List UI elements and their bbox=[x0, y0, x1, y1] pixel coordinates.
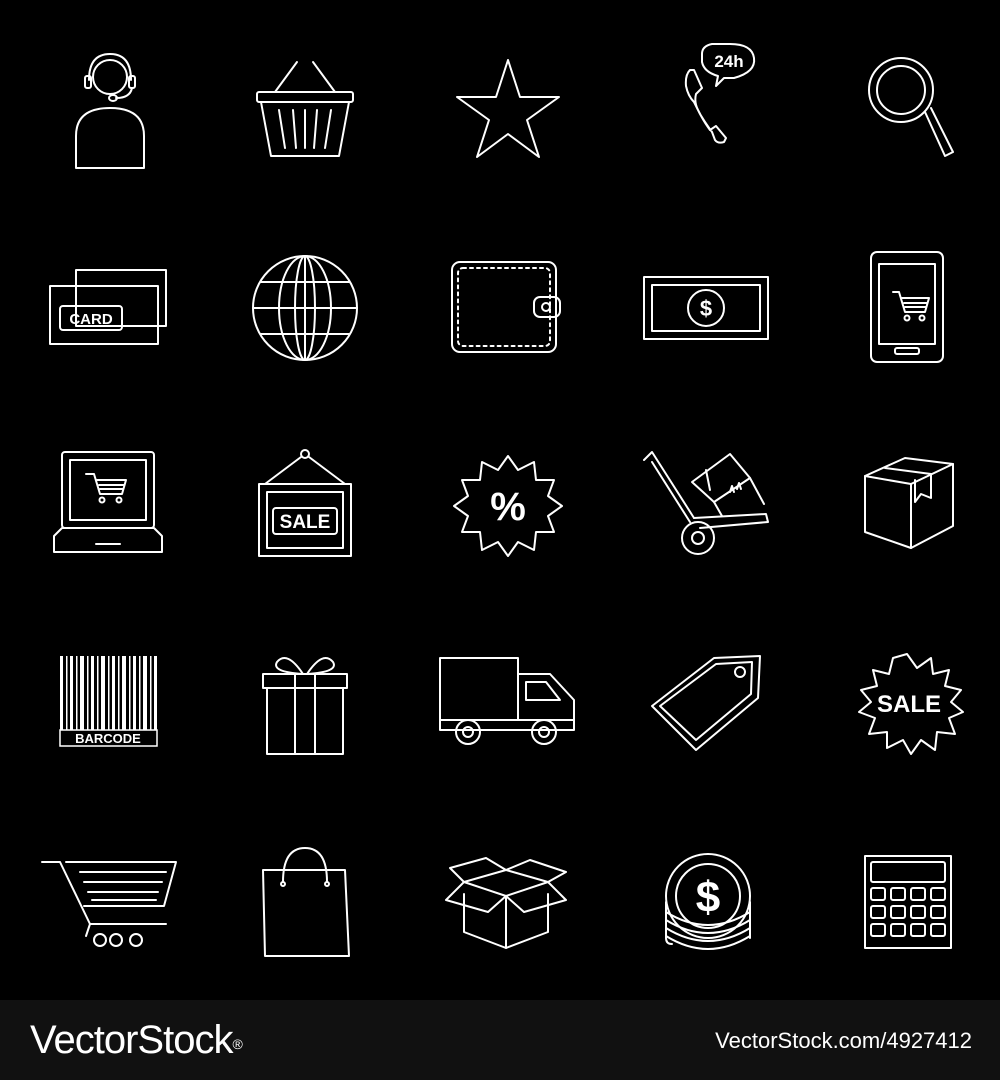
open-box-icon bbox=[438, 840, 578, 980]
icon-grid: 24h CARD $ SALE % BARCODE SALE $ bbox=[0, 0, 1000, 1000]
phone-24h-icon: 24h bbox=[640, 40, 780, 180]
laptop-shopping-cart-icon bbox=[40, 440, 180, 580]
brand-name: VectorStock bbox=[30, 1018, 233, 1062]
gift-box-icon bbox=[235, 640, 375, 780]
magnifier-icon bbox=[845, 40, 985, 180]
image-id: VectorStock.com/4927412 bbox=[715, 1028, 972, 1053]
shopping-bag-icon bbox=[235, 840, 375, 980]
hanging-sale-sign-icon: SALE bbox=[235, 440, 375, 580]
barcode-icon: BARCODE bbox=[40, 640, 180, 780]
customer-support-icon bbox=[40, 40, 180, 180]
hanging-sale-label: SALE bbox=[280, 512, 331, 533]
shopping-cart-icon bbox=[40, 840, 180, 980]
coin-label: $ bbox=[696, 873, 720, 922]
vectorstock-logo: VectorStock® bbox=[30, 1018, 243, 1062]
banknote-label: $ bbox=[700, 296, 712, 321]
registered-mark: ® bbox=[232, 1036, 242, 1052]
dollar-banknote-icon: $ bbox=[640, 240, 780, 380]
percent-label: % bbox=[490, 485, 526, 529]
delivery-truck-icon bbox=[438, 640, 578, 780]
sale-badge-label: SALE bbox=[877, 691, 941, 718]
star-icon bbox=[438, 40, 578, 180]
credit-card-label: CARD bbox=[69, 311, 112, 328]
cardboard-box-icon bbox=[845, 440, 985, 580]
hand-truck-box-icon bbox=[640, 440, 780, 580]
price-tag-icon bbox=[640, 640, 780, 780]
sale-badge-icon: SALE bbox=[845, 640, 985, 780]
wallet-icon bbox=[438, 240, 578, 380]
shopping-basket-icon bbox=[235, 40, 375, 180]
credit-card-icon: CARD bbox=[40, 240, 180, 380]
phone-24h-label: 24h bbox=[714, 52, 743, 71]
coin-stack-icon: $ bbox=[640, 840, 780, 980]
barcode-label: BARCODE bbox=[75, 731, 141, 746]
mobile-shopping-cart-icon bbox=[845, 240, 985, 380]
calculator-icon bbox=[845, 840, 985, 980]
globe-icon bbox=[235, 240, 375, 380]
percent-badge-icon: % bbox=[438, 440, 578, 580]
watermark-footer: VectorStock® VectorStock.com/4927412 bbox=[0, 1000, 1000, 1080]
